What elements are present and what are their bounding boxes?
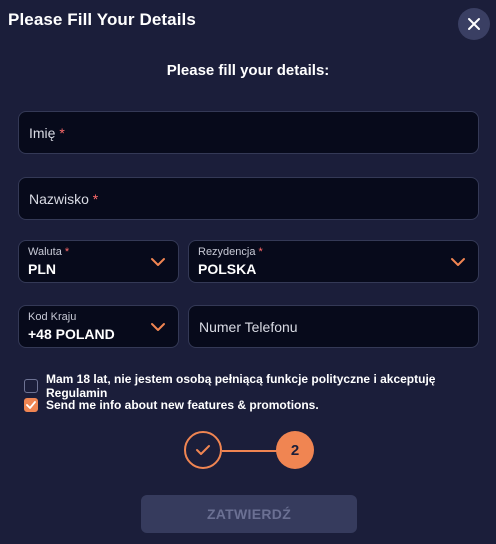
promotions-label: Send me info about new features & promot…: [46, 398, 319, 412]
terms-label: Mam 18 lat, nie jestem osobą pełniącą fu…: [46, 372, 436, 400]
chevron-down-icon: [151, 258, 165, 266]
currency-select[interactable]: Waluta * PLN: [18, 240, 179, 283]
terms-checkbox[interactable]: [24, 379, 38, 393]
step-2-current: 2: [276, 431, 314, 469]
last-name-placeholder: Nazwisko *: [29, 191, 99, 207]
terms-checkbox-row[interactable]: Mam 18 lat, nie jestem osobą pełniącą fu…: [24, 372, 496, 400]
dialog-title: Please Fill Your Details: [8, 10, 196, 29]
phone-placeholder: Numer Telefonu: [199, 319, 298, 335]
residence-select[interactable]: Rezydencja * POLSKA: [188, 240, 479, 283]
close-button[interactable]: [458, 8, 490, 40]
first-name-placeholder: Imię *: [29, 125, 65, 141]
step-connector: [222, 450, 278, 452]
step-indicator: 2: [184, 431, 316, 471]
submit-button[interactable]: ZATWIERDŹ: [141, 495, 357, 533]
country-code-value: +48 POLAND: [28, 326, 115, 342]
last-name-field[interactable]: Nazwisko *: [18, 177, 479, 220]
check-icon: [26, 401, 36, 409]
promotions-checkbox-row[interactable]: Send me info about new features & promot…: [24, 398, 319, 412]
chevron-down-icon: [151, 323, 165, 331]
step-1-complete: [184, 431, 222, 469]
details-dialog: Please Fill Your Details Please fill you…: [0, 0, 496, 544]
required-mark: *: [258, 246, 263, 258]
currency-label: Waluta *: [28, 246, 70, 258]
country-code-label: Kod Kraju: [28, 311, 77, 323]
currency-value: PLN: [28, 261, 56, 277]
required-mark: *: [64, 246, 70, 258]
check-icon: [196, 445, 210, 455]
promotions-checkbox[interactable]: [24, 398, 38, 412]
chevron-down-icon: [451, 258, 465, 266]
residence-value: POLSKA: [198, 261, 257, 277]
close-icon: [468, 18, 480, 30]
phone-field[interactable]: Numer Telefonu: [188, 305, 479, 348]
required-mark: *: [92, 191, 99, 207]
form-subtitle: Please fill your details:: [166, 62, 330, 79]
country-code-select[interactable]: Kod Kraju +48 POLAND: [18, 305, 179, 348]
first-name-field[interactable]: Imię *: [18, 111, 479, 154]
residence-label: Rezydencja *: [198, 246, 263, 258]
required-mark: *: [59, 125, 65, 141]
